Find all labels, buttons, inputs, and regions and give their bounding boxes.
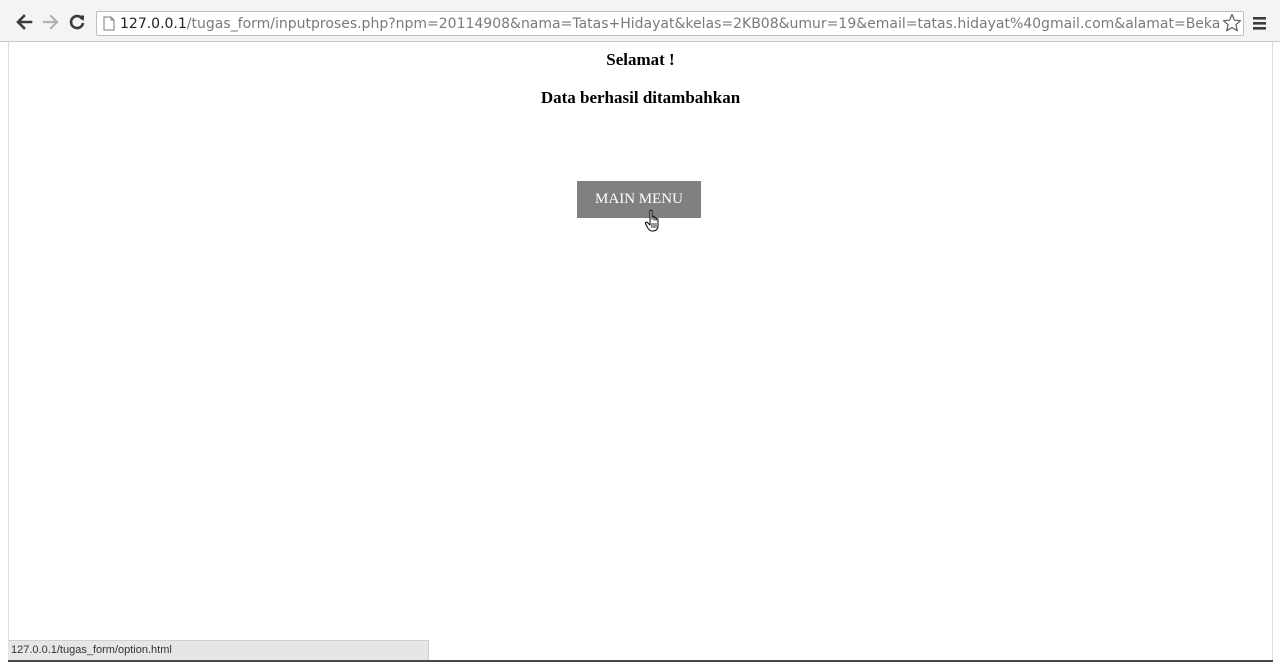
main-menu-button[interactable]: MAIN MENU: [577, 181, 701, 218]
star-icon[interactable]: [1222, 13, 1242, 33]
success-heading: Selamat !: [606, 50, 675, 69]
back-button[interactable]: [14, 12, 34, 32]
address-bar[interactable]: 127.0.0.1/tugas_form/inputproses.php?npm…: [96, 11, 1244, 36]
hamburger-menu-icon[interactable]: [1250, 13, 1270, 33]
url-text: 127.0.0.1/tugas_form/inputproses.php?npm…: [120, 15, 1220, 33]
forward-button[interactable]: [41, 12, 61, 32]
url-path: /tugas_form/inputproses.php?npm=20114908…: [186, 16, 1220, 32]
status-bar: 127.0.0.1/tugas_form/option.html: [8, 640, 429, 660]
browser-toolbar: 127.0.0.1/tugas_form/inputproses.php?npm…: [0, 0, 1280, 42]
reload-icon: [69, 14, 85, 30]
browser-window: 127.0.0.1/tugas_form/inputproses.php?npm…: [0, 0, 1280, 668]
reload-button[interactable]: [67, 12, 87, 32]
forward-arrow-icon: [42, 14, 59, 30]
window-bottom-edge: [8, 660, 1273, 662]
page-viewport: Selamat ! Data berhasil ditambahkan MAIN…: [8, 42, 1273, 660]
back-arrow-icon: [16, 14, 33, 30]
success-message: Data berhasil ditambahkan: [540, 88, 741, 107]
url-host: 127.0.0.1: [120, 16, 187, 32]
page-icon: [103, 16, 115, 31]
